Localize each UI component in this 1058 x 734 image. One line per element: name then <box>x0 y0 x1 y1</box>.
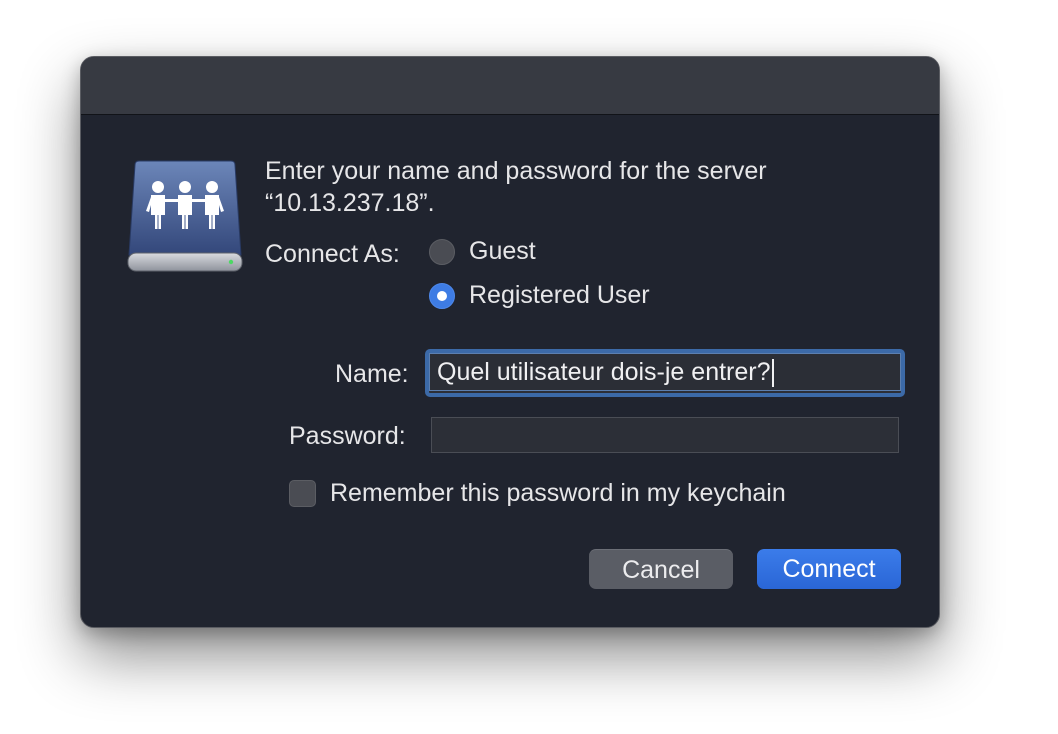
remember-password-checkbox[interactable] <box>289 480 316 507</box>
remember-password-option[interactable]: Remember this password in my keychain <box>289 479 786 508</box>
title-bar[interactable] <box>81 57 939 115</box>
name-field-value: Quel utilisateur dois-je entrer? <box>437 358 771 386</box>
connect-to-server-dialog: Enter your name and password for the ser… <box>80 56 940 628</box>
prompt-line-2: “10.13.237.18”. <box>265 189 435 217</box>
prompt-line-1: Enter your name and password for the ser… <box>265 157 767 185</box>
connect-button[interactable]: Connect <box>757 549 901 589</box>
password-label: Password: <box>289 422 406 450</box>
radio-guest[interactable]: Guest <box>429 237 536 266</box>
radio-registered-user-button[interactable] <box>429 282 455 309</box>
cancel-button[interactable]: Cancel <box>589 549 733 589</box>
radio-guest-label: Guest <box>469 237 536 265</box>
name-label: Name: <box>335 360 409 388</box>
shared-server-icon <box>127 160 243 272</box>
password-field[interactable] <box>431 417 899 453</box>
radio-registered-user[interactable]: Registered User <box>429 281 650 310</box>
radio-guest-button[interactable] <box>429 238 455 265</box>
connect-as-label: Connect As: <box>265 240 400 268</box>
remember-password-label: Remember this password in my keychain <box>330 479 786 507</box>
text-caret <box>771 359 774 388</box>
prompt-message: Enter your name and password for the ser… <box>265 155 885 219</box>
name-field[interactable]: Quel utilisateur dois-je entrer? <box>425 349 905 397</box>
radio-registered-user-label: Registered User <box>469 281 650 309</box>
